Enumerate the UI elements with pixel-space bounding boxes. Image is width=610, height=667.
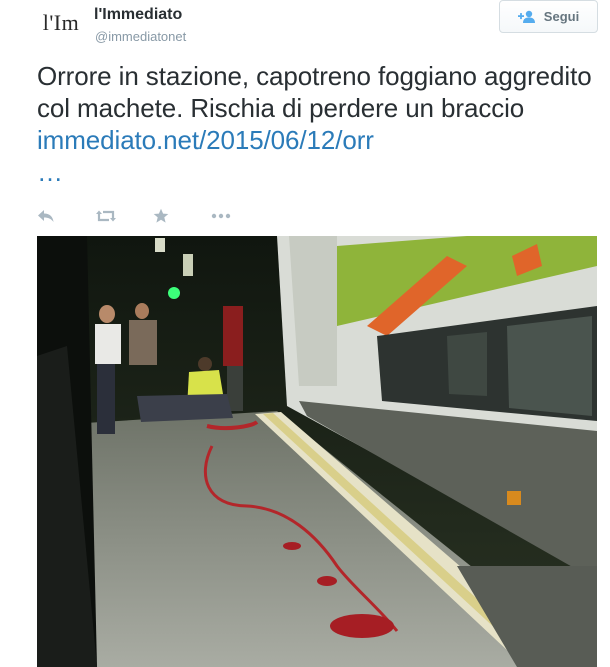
more-button[interactable] [211,206,269,226]
tweet-text: Orrore in stazione, capotreno foggiano a… [37,60,602,188]
avatar-text: l'Im [42,10,80,35]
retweet-icon [96,210,116,222]
author-name[interactable]: l'Immediato [94,6,182,24]
tweet-body: Orrore in stazione, capotreno foggiano a… [37,61,592,123]
tweet-link-ellipsis[interactable]: … [37,157,63,187]
tweet-actions [37,206,269,226]
photo-train-platform-scene [37,236,597,667]
avatar[interactable]: l'Im [36,6,86,40]
favorite-button[interactable] [153,206,211,226]
more-icon [211,213,231,219]
follow-user-icon [517,10,535,23]
favorite-icon [153,208,169,223]
reply-icon [38,210,54,222]
reply-button[interactable] [37,206,95,226]
tweet-link[interactable]: immediato.net/2015/06/12/orr [37,125,374,155]
tweet-photo[interactable] [37,236,597,667]
follow-button-label: Segui [543,9,580,24]
follow-button[interactable]: Segui [499,0,598,33]
author-handle[interactable]: @immediatonet [95,29,186,44]
retweet-button[interactable] [95,206,153,226]
